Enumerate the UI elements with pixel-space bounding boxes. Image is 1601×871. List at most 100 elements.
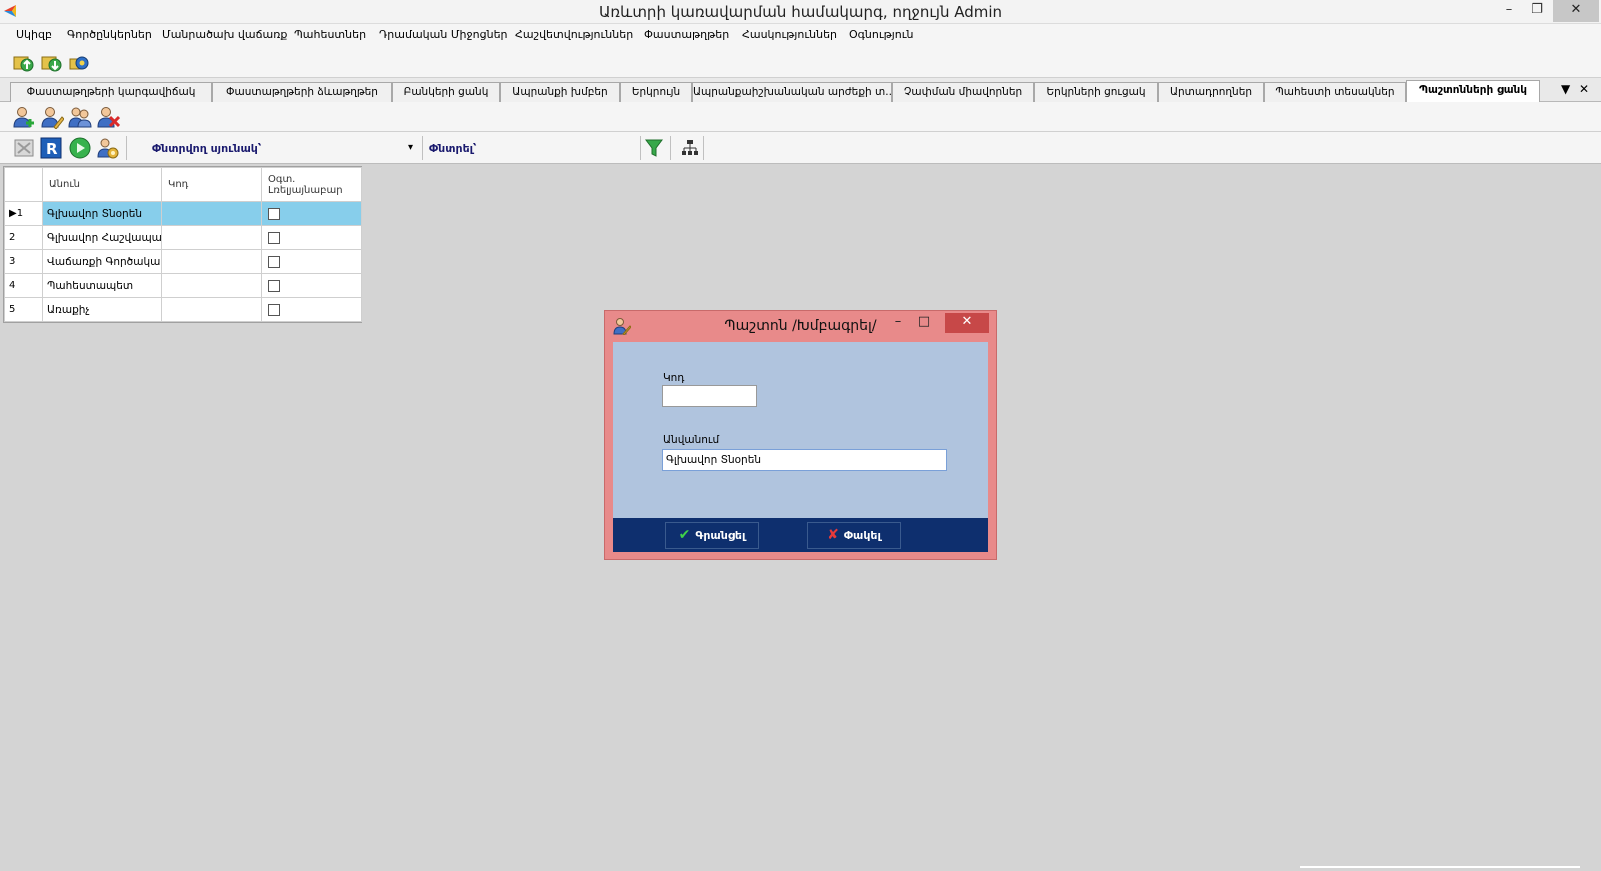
dialog-minimize-button[interactable]: – bbox=[887, 313, 909, 333]
refresh-icon[interactable]: R bbox=[40, 137, 62, 159]
row-number[interactable]: 3 bbox=[4, 249, 43, 274]
clear-filter-icon[interactable] bbox=[13, 137, 35, 159]
tab-product-values[interactable]: Ապրանքաիշխանական արժեքի տ... bbox=[692, 82, 892, 102]
minimize-button[interactable]: – bbox=[1495, 0, 1523, 22]
menu-item-documents[interactable]: Փաստաթղթեր bbox=[644, 28, 729, 41]
cell-default[interactable] bbox=[261, 273, 362, 298]
save-button-label: Գրանցել bbox=[695, 529, 746, 542]
search-column-select[interactable] bbox=[270, 137, 420, 158]
add-user-icon[interactable] bbox=[12, 105, 36, 129]
cancel-button-label: Փակել bbox=[843, 529, 881, 542]
row-number[interactable]: ▶1 bbox=[4, 201, 43, 226]
tab-units[interactable]: Չափման միավորներ bbox=[892, 82, 1034, 102]
selected-row-marker-icon: ▶ bbox=[9, 208, 17, 219]
default-checkbox[interactable] bbox=[268, 279, 280, 292]
delete-user-icon[interactable] bbox=[96, 105, 120, 129]
user-settings-icon[interactable] bbox=[96, 136, 120, 160]
dialog-title-bar[interactable]: Պաշտոն /Խմբագրել/ – □ ✕ bbox=[605, 311, 996, 341]
tab-document-forms[interactable]: Փաստաթղթերի ձևաթղթեր bbox=[212, 82, 392, 102]
cell-name[interactable]: Առաքիչ bbox=[42, 297, 162, 322]
row-number[interactable]: 2 bbox=[4, 225, 43, 250]
quick-toolbar bbox=[0, 46, 1601, 78]
name-field[interactable] bbox=[662, 449, 947, 471]
default-checkbox[interactable] bbox=[268, 231, 280, 244]
restore-button[interactable]: ❐ bbox=[1523, 0, 1551, 22]
tab-list-dropdown-icon[interactable]: ▼ bbox=[1561, 82, 1570, 96]
search-input[interactable] bbox=[478, 137, 638, 158]
edit-position-dialog: Պաշտոն /Խմբագրել/ – □ ✕ Կոդ Անվանում ✔ Գր… bbox=[604, 310, 997, 560]
cancel-button[interactable]: ✘ Փակել bbox=[807, 522, 901, 549]
menu-item-properties[interactable]: Հասկություններ bbox=[742, 28, 837, 41]
row-header-corner bbox=[4, 167, 43, 202]
toolbar-separator bbox=[703, 136, 704, 160]
download-icon[interactable] bbox=[40, 51, 62, 73]
menu-item-help[interactable]: Օգնություն bbox=[849, 28, 913, 41]
row-number[interactable]: 5 bbox=[4, 297, 43, 322]
search-column-label: Փնտրվող սյունակ՝ bbox=[152, 142, 262, 155]
play-icon[interactable] bbox=[68, 136, 92, 160]
menu-item-warehouses[interactable]: Պահեստներ bbox=[294, 28, 366, 41]
dialog-footer: ✔ Գրանցել ✘ Փակել bbox=[613, 518, 988, 552]
menu-item-start[interactable]: Սկիզբ bbox=[16, 28, 52, 41]
edit-user-icon[interactable] bbox=[40, 105, 64, 129]
code-field[interactable] bbox=[662, 385, 757, 407]
upload-icon[interactable] bbox=[12, 51, 34, 73]
dialog-maximize-button[interactable]: □ bbox=[913, 313, 935, 333]
copy-user-icon[interactable] bbox=[68, 105, 92, 129]
table-row[interactable]: 3 Վաճառքի Գործակալ bbox=[4, 249, 362, 274]
toolbar-separator bbox=[126, 136, 127, 160]
column-header-code[interactable]: Կոդ bbox=[161, 167, 262, 202]
cell-name[interactable]: Վաճառքի Գործակալ bbox=[42, 249, 162, 274]
cell-name[interactable]: Գլխավոր Հաշվապահ bbox=[42, 225, 162, 250]
column-header-default[interactable]: Օգտ. Լռելյայնաբար bbox=[261, 167, 362, 202]
name-label: Անվանում bbox=[663, 434, 720, 446]
table-row[interactable]: 4 Պահեստապետ bbox=[4, 273, 362, 298]
tab-document-statuses[interactable]: Փաստաթղթերի կարգավիճակ bbox=[10, 82, 212, 102]
menu-item-reports[interactable]: Հաշվետվություններ bbox=[515, 28, 633, 41]
table-row[interactable]: 2 Գլխավոր Հաշվապահ bbox=[4, 225, 362, 250]
action-toolbar bbox=[0, 102, 1601, 132]
toolbar-separator bbox=[640, 136, 641, 160]
tab-regions[interactable]: Երկրույն bbox=[620, 82, 692, 102]
tab-banks[interactable]: Բանկերի ցանկ bbox=[392, 82, 500, 102]
chevron-down-icon[interactable]: ▾ bbox=[408, 142, 413, 153]
cell-code[interactable] bbox=[161, 201, 262, 226]
filter-bar: R Փնտրվող սյունակ՝ ▾ Փնտրել՝ bbox=[0, 132, 1601, 164]
cell-default[interactable] bbox=[261, 201, 362, 226]
settings-gear-icon[interactable] bbox=[68, 51, 90, 73]
table-row[interactable]: ▶1 Գլխավոր Տնօրեն bbox=[4, 201, 362, 226]
menu-item-partners[interactable]: Գործընկերներ bbox=[67, 28, 152, 41]
menu-item-cash[interactable]: Դրամական Միջոցներ bbox=[379, 28, 508, 41]
checkmark-icon: ✔ bbox=[678, 527, 691, 543]
tab-product-groups[interactable]: Ապրանքի խմբեր bbox=[500, 82, 620, 102]
tab-countries[interactable]: Երկրների ցուցակ bbox=[1034, 82, 1158, 102]
cell-name[interactable]: Գլխավոր Տնօրեն bbox=[42, 201, 162, 226]
save-button[interactable]: ✔ Գրանցել bbox=[665, 522, 759, 549]
cell-default[interactable] bbox=[261, 249, 362, 274]
tab-close-icon[interactable]: ✕ bbox=[1579, 82, 1589, 96]
cell-code[interactable] bbox=[161, 225, 262, 250]
cell-code[interactable] bbox=[161, 273, 262, 298]
toolbar-separator bbox=[422, 136, 423, 160]
dialog-body: Կոդ Անվանում bbox=[613, 342, 988, 518]
close-button[interactable]: ✕ bbox=[1553, 0, 1599, 22]
hierarchy-icon[interactable] bbox=[681, 139, 699, 157]
cell-default[interactable] bbox=[261, 297, 362, 322]
table-row[interactable]: 5 Առաքիչ bbox=[4, 297, 362, 322]
default-checkbox[interactable] bbox=[268, 255, 280, 268]
menu-item-retail[interactable]: Մանրածախ վաճառք bbox=[162, 28, 287, 41]
tab-positions[interactable]: Պաշտոնների ցանկ bbox=[1406, 80, 1540, 103]
positions-grid: Անուն Կոդ Օգտ. Լռելյայնաբար ▶1 Գլխավոր Տ… bbox=[3, 166, 362, 323]
cell-code[interactable] bbox=[161, 297, 262, 322]
tab-manufacturers[interactable]: Արտադրողներ bbox=[1158, 82, 1264, 102]
cell-name[interactable]: Պահեստապետ bbox=[42, 273, 162, 298]
row-number[interactable]: 4 bbox=[4, 273, 43, 298]
default-checkbox[interactable] bbox=[268, 207, 280, 220]
cell-default[interactable] bbox=[261, 225, 362, 250]
default-checkbox[interactable] bbox=[268, 303, 280, 316]
tab-warehouse-types[interactable]: Պահեստի տեսակներ bbox=[1264, 82, 1406, 102]
cell-code[interactable] bbox=[161, 249, 262, 274]
filter-funnel-icon[interactable] bbox=[645, 138, 663, 158]
dialog-close-button[interactable]: ✕ bbox=[945, 313, 989, 333]
column-header-name[interactable]: Անուն bbox=[42, 167, 162, 202]
